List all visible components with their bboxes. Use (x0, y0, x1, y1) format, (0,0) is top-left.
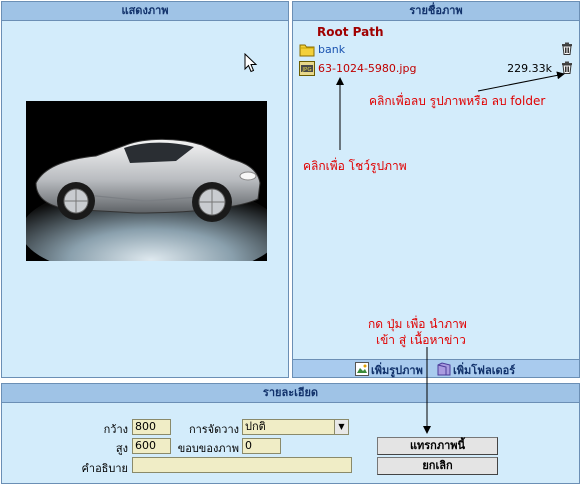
width-input[interactable]: 800 (132, 419, 171, 435)
svg-text:JPG: JPG (301, 67, 311, 73)
align-select[interactable]: ปกติ ▼ (242, 419, 349, 435)
delete-image-icon[interactable] (561, 61, 573, 77)
file-row-folder[interactable]: bank (299, 42, 575, 58)
width-label: กว้าง (103, 423, 128, 436)
insert-image-button[interactable]: แทรกภาพนี้ (377, 437, 498, 455)
image-file-size: 229.33k (507, 62, 552, 75)
cancel-button[interactable]: ยกเลิก (377, 457, 498, 475)
file-list-header: รายชื่อภาพ (293, 2, 579, 21)
add-folder-icon (437, 361, 451, 379)
folder-icon (299, 42, 315, 60)
add-image-button[interactable]: เพิ่มรูปภาพ (355, 361, 423, 379)
delete-folder-icon[interactable] (561, 42, 573, 58)
align-label: การจัดวาง (188, 423, 239, 436)
align-select-value: ปกติ (245, 420, 266, 433)
border-label: ขอบของภาพ (177, 442, 239, 455)
caption-input[interactable] (132, 457, 352, 473)
file-list-footer: เพิ่มรูปภาพ เพิ่มโฟลเดอร์ (293, 359, 579, 377)
add-folder-label: เพิ่มโฟลเดอร์ (453, 364, 516, 377)
delete-hint-note: คลิกเพื่อลบ รูปภาพหรือ ลบ folder (369, 94, 546, 108)
details-panel: รายละเอียด กว้าง 800 การจัดวาง ปกติ ▼ สู… (1, 383, 580, 484)
file-list-panel: รายชื่อภาพ Root Path bank JPG 63-1024-59… (292, 1, 580, 378)
caption-label: คำอธิบาย (81, 462, 128, 475)
preview-header: แสดงภาพ (2, 2, 288, 21)
jpg-file-icon: JPG (299, 61, 315, 79)
details-header: รายละเอียด (2, 384, 579, 403)
insert-hint-note-line2: เข้า สู่ เนื้อหาข่าว (376, 333, 466, 347)
add-folder-button[interactable]: เพิ่มโฟลเดอร์ (437, 361, 515, 379)
height-input[interactable]: 600 (132, 438, 171, 454)
add-image-label: เพิ่มรูปภาพ (371, 364, 423, 377)
root-path-label: Root Path (317, 25, 384, 39)
mouse-cursor-icon (244, 52, 258, 76)
add-image-icon (355, 361, 369, 379)
file-row-image[interactable]: JPG 63-1024-5980.jpg 229.33k (299, 61, 575, 77)
chevron-down-icon[interactable]: ▼ (334, 420, 348, 434)
car-image-preview (26, 101, 267, 261)
show-image-hint-note: คลิกเพื่อ โชว์รูปภาพ (303, 159, 407, 173)
border-input[interactable]: 0 (242, 438, 281, 454)
folder-name-link[interactable]: bank (318, 43, 345, 56)
height-label: สูง (115, 442, 128, 455)
image-file-link[interactable]: 63-1024-5980.jpg (318, 62, 416, 75)
